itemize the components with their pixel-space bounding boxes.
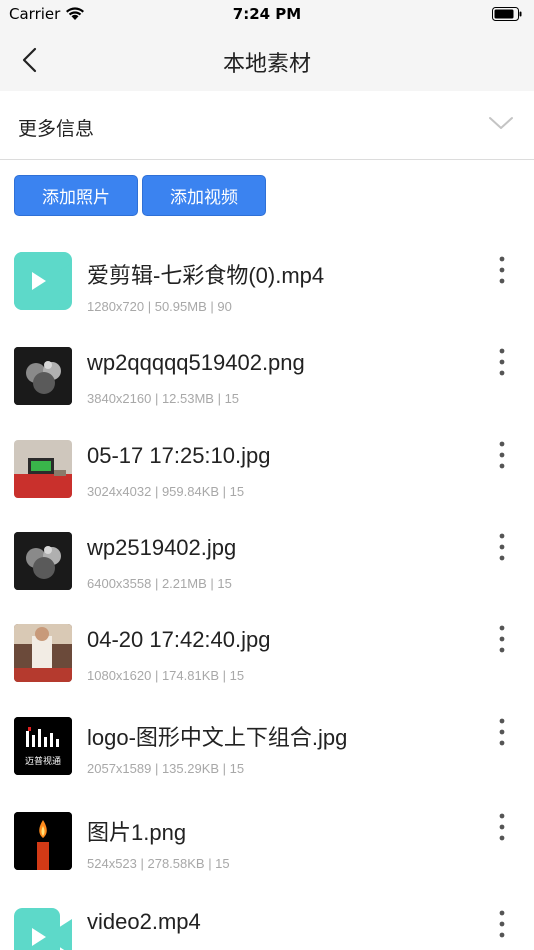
item-meta: 3840x2160 | 12.53MB | 15 (87, 391, 240, 406)
item-title: wp2519402.jpg (87, 535, 237, 560)
item-title: 爱剪辑-七彩食物(0).mp4 (87, 263, 325, 288)
more-vertical-icon[interactable] (492, 624, 512, 654)
image-thumbnail (14, 532, 72, 590)
item-title: 04-20 17:42:40.jpg (87, 627, 271, 652)
more-info-toggle[interactable]: 更多信息 (0, 91, 534, 160)
more-vertical-icon[interactable] (492, 440, 512, 470)
list-item[interactable]: wp2qqqqq519402.png 3840x2160 | 12.53MB |… (0, 317, 534, 409)
item-meta: 1080x1620 | 174.81KB | 15 (87, 668, 245, 683)
item-title: video2.mp4 (87, 909, 201, 934)
video-icon (14, 252, 72, 310)
logo-text: 迈普视通 (25, 755, 61, 767)
image-thumbnail (14, 812, 72, 870)
item-meta: 3024x4032 | 959.84KB | 15 (87, 484, 245, 499)
add-video-button[interactable]: 添加视频 (142, 175, 266, 216)
list-item[interactable]: video2.mp4 (0, 875, 534, 950)
item-title: 图片1.png (87, 820, 187, 845)
battery-icon (492, 7, 522, 21)
image-thumbnail (14, 347, 72, 405)
more-vertical-icon[interactable] (492, 812, 512, 842)
more-vertical-icon[interactable] (492, 255, 512, 285)
item-meta: 6400x3558 | 2.21MB | 15 (87, 576, 232, 591)
more-vertical-icon[interactable] (492, 717, 512, 747)
item-title: 05-17 17:25:10.jpg (87, 443, 271, 468)
item-title: logo-图形中文上下组合.jpg (87, 725, 348, 750)
image-thumbnail: 迈普视通 (14, 717, 72, 775)
page-title: 本地素材 (222, 52, 311, 77)
more-vertical-icon[interactable] (492, 347, 512, 377)
image-thumbnail (14, 440, 72, 498)
list-item[interactable]: 迈普视通 logo-图形中文上下组合.jpg 2057x1589 | 135.2… (0, 687, 534, 779)
item-meta: 2057x1589 | 135.29KB | 15 (87, 761, 245, 776)
list-item[interactable]: wp2519402.jpg 6400x3558 | 2.21MB | 15 (0, 502, 534, 594)
more-vertical-icon[interactable] (492, 532, 512, 562)
status-bar: Carrier 7:24 PM (0, 0, 534, 28)
item-title: wp2qqqqq519402.png (87, 350, 305, 375)
chevron-down-icon (489, 117, 513, 129)
add-photo-button[interactable]: 添加照片 (14, 175, 138, 216)
list-item[interactable]: 图片1.png 524x523 | 278.58KB | 15 (0, 782, 534, 874)
list-item[interactable]: 05-17 17:25:10.jpg 3024x4032 | 959.84KB … (0, 410, 534, 502)
more-vertical-icon[interactable] (492, 909, 512, 939)
item-meta: 524x523 | 278.58KB | 15 (87, 856, 230, 871)
video-icon (14, 908, 72, 950)
status-time: 7:24 PM (232, 5, 302, 23)
more-info-label: 更多信息 (18, 118, 95, 140)
list-item[interactable]: 04-20 17:42:40.jpg 1080x1620 | 174.81KB … (0, 594, 534, 686)
item-meta: 1280x720 | 50.95MB | 90 (87, 299, 232, 314)
image-thumbnail (14, 624, 72, 682)
list-item[interactable]: 爱剪辑-七彩食物(0).mp4 1280x720 | 50.95MB | 90 (0, 225, 534, 317)
navigation-bar: 本地素材 (0, 28, 534, 91)
